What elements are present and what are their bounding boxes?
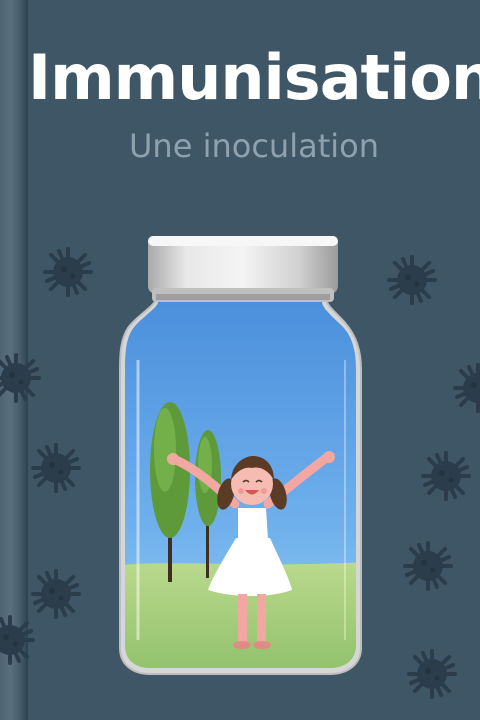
virus-icon xyxy=(31,569,81,619)
virus-icon xyxy=(407,649,457,699)
virus-icon xyxy=(0,353,41,403)
vial-cap xyxy=(148,236,338,302)
cover-illustration xyxy=(0,236,480,699)
vial-scene xyxy=(125,302,356,668)
virus-icon xyxy=(453,363,480,413)
virus-icon xyxy=(387,255,437,305)
virus-icon xyxy=(0,615,35,665)
virus-icon xyxy=(421,451,471,501)
book-cover: Immunisation Une inoculation xyxy=(0,0,480,720)
virus-icon xyxy=(43,247,93,297)
virus-icon xyxy=(403,541,453,591)
virus-icon xyxy=(31,443,81,493)
